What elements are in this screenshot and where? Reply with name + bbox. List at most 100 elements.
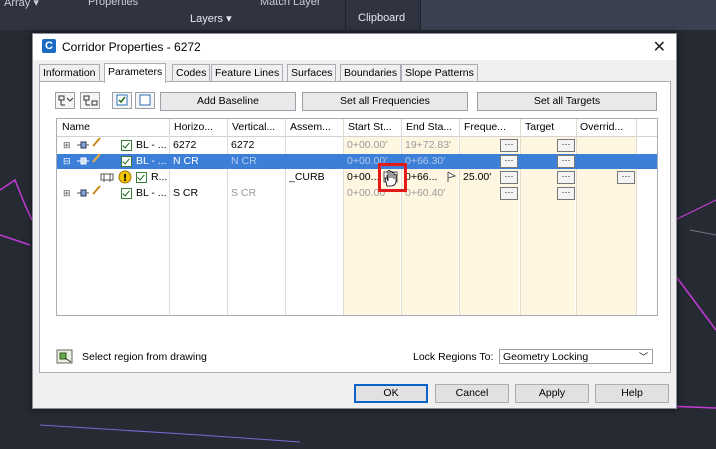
vertical-profile: S CR (231, 187, 257, 199)
chevron-down-icon: ﹀ (638, 352, 648, 362)
region-icon (100, 173, 114, 182)
checkbox-empty-icon (139, 94, 151, 106)
baseline-checkbox[interactable] (121, 140, 132, 151)
column-header-assembly[interactable]: Assem... (290, 121, 331, 133)
apply-button[interactable]: Apply (515, 384, 589, 403)
corridor-properties-dialog: C Corridor Properties - 6272 ✕ Informati… (32, 33, 677, 409)
start-station: 0+00... (347, 171, 380, 183)
end-station: 0+66.30' (405, 155, 446, 167)
end-station: 0+66... (405, 171, 438, 183)
target-ellipsis-button[interactable]: ··· (557, 171, 575, 184)
baseline-name: BL - ... (136, 155, 167, 167)
column-header-name[interactable]: Name (62, 121, 90, 133)
column-header-end-station[interactable]: End Sta... (406, 121, 452, 133)
baseline-name: BL - ... (136, 187, 167, 199)
frequency-ellipsis-button[interactable]: ··· (500, 155, 518, 168)
column-header-vertical[interactable]: Vertical... (232, 121, 275, 133)
tab-parameters[interactable]: Parameters (104, 63, 167, 83)
select-region-icon[interactable] (56, 349, 74, 365)
expand-all-button[interactable] (55, 92, 75, 109)
vertical-profile: N CR (231, 155, 257, 167)
horizontal-alignment: N CR (173, 155, 199, 167)
baseline-checkbox[interactable] (121, 188, 132, 199)
help-button[interactable]: Help (595, 384, 669, 403)
start-station: 0+00.00' (347, 139, 388, 151)
ribbon-separator (420, 0, 421, 30)
tree-collapse-icon (83, 95, 98, 106)
hand-cursor-icon (384, 170, 397, 187)
table-row[interactable]: ⊞ BL - ... 6272 6272 0+00.00' 19+72.83' … (57, 137, 657, 153)
baseline-name: BL - ... (136, 139, 167, 151)
baseline-checkbox[interactable] (121, 156, 132, 167)
column-header-target[interactable]: Target (525, 121, 554, 133)
warning-icon: ! (118, 170, 132, 184)
frequency-value: 25.00' (463, 171, 492, 183)
ribbon-array-label[interactable]: Array ▾ (4, 0, 39, 9)
dialog-title: Corridor Properties - 6272 (62, 40, 201, 54)
tab-information[interactable]: Information (39, 64, 100, 82)
svg-text:!: ! (123, 173, 128, 184)
lock-regions-dropdown[interactable]: Geometry Locking ﹀ (499, 349, 653, 364)
lock-regions-value: Geometry Locking (503, 351, 589, 363)
end-station: 0+60.40' (405, 187, 446, 199)
cancel-button[interactable]: Cancel (435, 384, 509, 403)
ok-button[interactable]: OK (354, 384, 428, 403)
tree-expand-icon[interactable]: ⊞ (63, 140, 71, 151)
column-header-override[interactable]: Overrid... (580, 121, 623, 133)
pencil-icon (92, 185, 101, 195)
frequency-ellipsis-button[interactable]: ··· (500, 187, 518, 200)
assembly-name: _CURB (289, 171, 325, 183)
tree-expand-icon[interactable]: ⊞ (63, 188, 71, 199)
uncheck-all-button[interactable] (135, 92, 155, 109)
ribbon-clipboard-title: Clipboard (358, 12, 406, 24)
column-header-start-station[interactable]: Start St... (348, 121, 392, 133)
baseline-icon (77, 157, 89, 165)
pick-station-icon[interactable] (445, 170, 459, 184)
baseline-regions-grid: Name Horizo... Vertical... Assem... Star… (56, 118, 658, 316)
table-row[interactable]: ! R... _CURB 0+00... 0+66... 25.00' ··· … (57, 170, 657, 185)
grid-header: Name Horizo... Vertical... Assem... Star… (57, 119, 657, 137)
set-all-targets-button[interactable]: Set all Targets (477, 92, 657, 111)
pencil-icon (92, 153, 101, 163)
pencil-icon (92, 137, 101, 147)
tree-expand-icon (58, 95, 74, 106)
horizontal-alignment: 6272 (173, 139, 197, 151)
table-row[interactable]: ⊞ BL - ... S CR S CR 0+00.00' 0+60.40' ·… (57, 185, 657, 201)
set-all-frequencies-button[interactable]: Set all Frequencies (302, 92, 468, 111)
tree-collapse-icon[interactable]: ⊟ (63, 156, 71, 167)
ribbon-properties-label[interactable]: Properties (88, 0, 138, 8)
table-row[interactable]: ⊟ BL - ... N CR N CR 0+00.00' 0+66.30' ·… (57, 153, 657, 169)
vertical-profile: 6272 (231, 139, 255, 151)
dialog-titlebar[interactable]: C Corridor Properties - 6272 ✕ (33, 34, 676, 60)
column-header-frequency[interactable]: Freque... (464, 121, 506, 133)
region-checkbox[interactable] (136, 172, 147, 183)
override-ellipsis-button[interactable]: ··· (617, 171, 635, 184)
baseline-icon (77, 141, 89, 149)
ribbon-background: Array ▾ Properties Match Layer Layers ▾ … (0, 0, 716, 30)
collapse-all-button[interactable] (80, 92, 100, 109)
target-ellipsis-button[interactable]: ··· (557, 155, 575, 168)
select-region-label[interactable]: Select region from drawing (82, 351, 207, 363)
tab-boundaries[interactable]: Boundaries (340, 64, 402, 82)
region-name: R... (151, 171, 168, 183)
target-ellipsis-button[interactable]: ··· (557, 139, 575, 152)
horizontal-alignment: S CR (173, 187, 199, 199)
frequency-ellipsis-button[interactable]: ··· (500, 171, 518, 184)
close-icon[interactable]: ✕ (653, 37, 666, 57)
ribbon-separator (345, 0, 346, 30)
tab-slope-patterns[interactable]: Slope Patterns (401, 64, 478, 82)
column-header-horizontal[interactable]: Horizo... (174, 121, 213, 133)
target-ellipsis-button[interactable]: ··· (557, 187, 575, 200)
checkbox-checked-icon (116, 94, 128, 106)
lock-regions-label: Lock Regions To: (413, 351, 494, 363)
ribbon-layers-title[interactable]: Layers ▾ (190, 12, 232, 25)
add-baseline-button[interactable]: Add Baseline (160, 92, 296, 111)
tab-feature-lines[interactable]: Feature Lines (211, 64, 284, 82)
end-station: 19+72.83' (405, 139, 452, 151)
frequency-ellipsis-button[interactable]: ··· (500, 139, 518, 152)
tab-surfaces[interactable]: Surfaces (287, 64, 337, 82)
check-all-button[interactable] (112, 92, 132, 109)
ribbon-match-layer-label[interactable]: Match Layer (260, 0, 321, 8)
baseline-icon (77, 189, 89, 197)
tab-codes[interactable]: Codes (172, 64, 211, 82)
